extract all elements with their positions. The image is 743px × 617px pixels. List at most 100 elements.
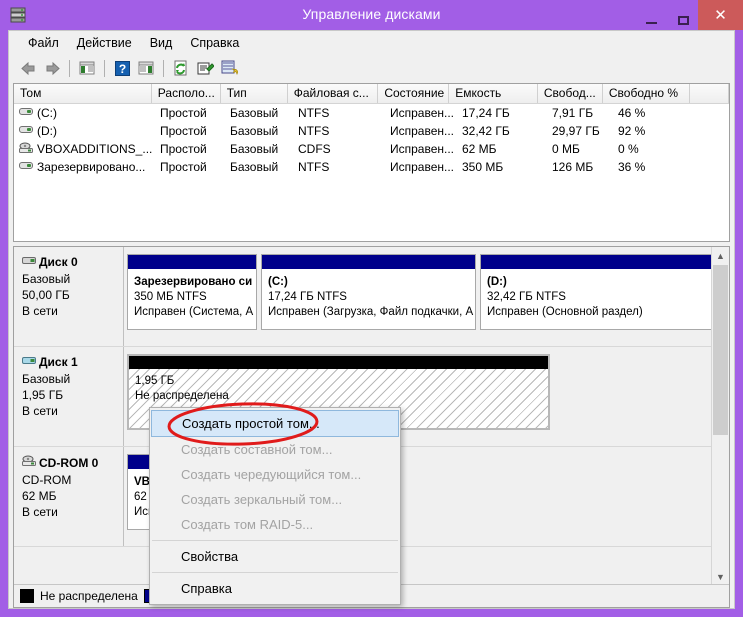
disk-status-cdrom: В сети bbox=[22, 505, 58, 519]
disk-partitions-0: Зарезервировано си 350 МБ NTFS Исправен … bbox=[124, 247, 712, 346]
volume-layout-cell: Простой bbox=[160, 160, 207, 174]
volume-type-cell: Базовый bbox=[230, 142, 279, 156]
rescan-disks-icon[interactable] bbox=[218, 57, 240, 79]
context-menu-item-properties[interactable]: Свойства bbox=[150, 544, 400, 569]
volume-capacity-cell: 17,24 ГБ bbox=[462, 106, 510, 120]
show-action-pane-icon[interactable] bbox=[135, 57, 157, 79]
context-menu-item-create-mirrored-volume: Создать зеркальный том... bbox=[181, 492, 343, 507]
partition-state: Исправен (Загрузка, Файл подкачки, А bbox=[268, 306, 474, 318]
partition-d-drive[interactable]: (D:) 32,42 ГБ NTFS Исправен (Основной ра… bbox=[480, 254, 712, 330]
menu-action[interactable]: Действие bbox=[68, 33, 141, 53]
volume-free-percent-cell: 36 % bbox=[618, 160, 646, 174]
menu-view[interactable]: Вид bbox=[141, 33, 182, 53]
volume-list[interactable]: Том Располо... Тип Файловая с... Состоян… bbox=[13, 83, 730, 242]
scroll-down-icon[interactable]: ▼ bbox=[712, 568, 729, 585]
context-menu-item-help[interactable]: Справка bbox=[150, 576, 400, 601]
column-header-status[interactable]: Состояние bbox=[378, 84, 450, 103]
context-menu-item-create-spanned-volume: Создать составной том... bbox=[181, 442, 333, 457]
partition-title: (D:) bbox=[487, 276, 507, 288]
volume-free-cell: 126 МБ bbox=[552, 160, 594, 174]
volume-filesystem-cell: NTFS bbox=[298, 160, 330, 174]
maximize-icon bbox=[677, 16, 689, 25]
help-icon[interactable]: ? bbox=[111, 57, 133, 79]
toolbar-separator bbox=[69, 59, 70, 77]
disk-title-cdrom: CD-ROM 0 bbox=[22, 455, 123, 470]
scroll-up-icon[interactable]: ▲ bbox=[712, 247, 729, 264]
partition-title: Зарезервировано си bbox=[134, 276, 253, 288]
table-row[interactable]: Зарезервировано... Простой Базовый NTFS … bbox=[14, 158, 729, 176]
volume-filesystem-cell: CDFS bbox=[298, 142, 331, 156]
table-row[interactable]: (C:) Простой Базовый NTFS Исправен... 17… bbox=[14, 104, 729, 122]
disk-info-cdrom[interactable]: CD-ROM 0 CD-ROM 62 МБ В сети bbox=[14, 447, 124, 546]
volume-layout-cell: Простой bbox=[160, 142, 207, 156]
partition-state: Исправен (Система, А bbox=[134, 306, 254, 318]
volume-capacity-cell: 62 МБ bbox=[462, 142, 497, 156]
disk-type-0: Базовый bbox=[22, 272, 71, 286]
hard-disk-icon bbox=[22, 355, 36, 369]
partition-capacity-bar bbox=[262, 255, 475, 270]
column-header-capacity[interactable]: Емкость bbox=[449, 84, 538, 103]
column-header-volume[interactable]: Том bbox=[14, 84, 152, 103]
volume-name-text: VBOXADDITIONS_... bbox=[37, 142, 153, 156]
close-icon: ✕ bbox=[714, 6, 727, 24]
volume-name-cell: Зарезервировано... bbox=[14, 160, 154, 174]
disk-name-text: Диск 0 bbox=[39, 255, 78, 269]
column-header-filesystem[interactable]: Файловая с... bbox=[287, 84, 379, 103]
context-menu-separator bbox=[152, 540, 398, 541]
scrollbar-thumb[interactable] bbox=[713, 265, 728, 435]
partition-size: 1,95 ГБ bbox=[135, 375, 175, 387]
disk-pane-scrollbar[interactable]: ▲ ▼ bbox=[711, 247, 729, 585]
back-arrow-icon[interactable] bbox=[17, 57, 39, 79]
toolbar: ? bbox=[9, 55, 734, 81]
partition-capacity-bar bbox=[481, 255, 712, 270]
disk-status-0: В сети bbox=[22, 304, 58, 318]
disk-info-0[interactable]: Диск 0 Базовый 50,00 ГБ В сети bbox=[14, 247, 124, 346]
partition-capacity-bar bbox=[129, 356, 548, 369]
column-header-free[interactable]: Свобод... bbox=[537, 84, 603, 103]
properties-icon[interactable] bbox=[194, 57, 216, 79]
partition-body: Зарезервировано си 350 МБ NTFS Исправен … bbox=[128, 270, 256, 329]
table-row[interactable]: (D:) Простой Базовый NTFS Исправен... 32… bbox=[14, 122, 729, 140]
cdrom-disk-icon bbox=[22, 455, 36, 470]
context-menu-item-create-striped-volume: Создать чередующийся том... bbox=[181, 467, 362, 482]
show-console-tree-icon[interactable] bbox=[76, 57, 98, 79]
hard-disk-icon bbox=[22, 255, 36, 269]
disk-type-1: Базовый bbox=[22, 372, 71, 386]
menu-file[interactable]: Файл bbox=[19, 33, 68, 53]
volume-free-percent-cell: 92 % bbox=[618, 124, 646, 138]
volume-name-cell: (D:) bbox=[14, 124, 154, 138]
forward-arrow-icon[interactable] bbox=[41, 57, 63, 79]
svg-text:?: ? bbox=[118, 62, 125, 76]
title-bar: Управление дисками ✕ bbox=[0, 0, 743, 30]
volume-status-cell: Исправен... bbox=[390, 124, 455, 138]
refresh-icon[interactable] bbox=[170, 57, 192, 79]
volume-type-cell: Базовый bbox=[230, 160, 279, 174]
minimize-button[interactable] bbox=[634, 0, 668, 30]
disk-name-text: CD-ROM 0 bbox=[39, 455, 99, 470]
partition-capacity-bar bbox=[128, 255, 256, 270]
context-menu-item-create-simple-volume[interactable]: Создать простой том... bbox=[151, 410, 399, 437]
partition-size: 17,24 ГБ NTFS bbox=[268, 291, 347, 303]
volume-free-percent-cell: 46 % bbox=[618, 106, 646, 120]
disk-info-1[interactable]: Диск 1 Базовый 1,95 ГБ В сети bbox=[14, 347, 124, 446]
column-header-type[interactable]: Тип bbox=[220, 84, 288, 103]
volume-name-text: (D:) bbox=[37, 124, 57, 138]
volume-free-cell: 7,91 ГБ bbox=[552, 106, 594, 120]
column-header-extra[interactable] bbox=[689, 84, 729, 103]
volume-name-cell: (C:) bbox=[14, 106, 154, 120]
partition-system-reserved[interactable]: Зарезервировано си 350 МБ NTFS Исправен … bbox=[127, 254, 257, 330]
volume-type-cell: Базовый bbox=[230, 124, 279, 138]
maximize-button[interactable] bbox=[668, 0, 698, 30]
context-menu[interactable]: Создать простой том... Создать составной… bbox=[149, 407, 401, 605]
close-button[interactable]: ✕ bbox=[698, 0, 743, 30]
disk-name-text: Диск 1 bbox=[39, 355, 78, 369]
disk-row-0[interactable]: Диск 0 Базовый 50,00 ГБ В сети Зарезерви… bbox=[14, 247, 712, 347]
toolbar-separator bbox=[163, 59, 164, 77]
table-row[interactable]: VBOXADDITIONS_... Простой Базовый CDFS И… bbox=[14, 140, 729, 158]
column-header-layout[interactable]: Располо... bbox=[151, 84, 221, 103]
partition-c-drive[interactable]: (C:) 17,24 ГБ NTFS Исправен (Загрузка, Ф… bbox=[261, 254, 476, 330]
volume-status-cell: Исправен... bbox=[390, 160, 455, 174]
menu-help[interactable]: Справка bbox=[181, 33, 248, 53]
column-header-free-percent[interactable]: Свободно % bbox=[602, 84, 690, 103]
volume-layout-cell: Простой bbox=[160, 106, 207, 120]
